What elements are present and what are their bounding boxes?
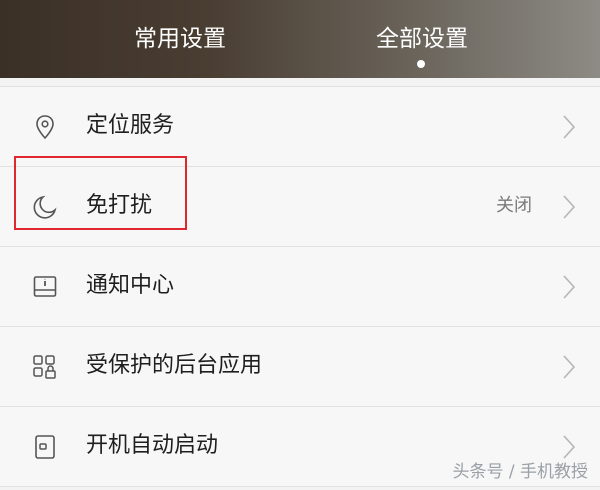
setting-row-location[interactable]: 定位服务 xyxy=(0,87,600,167)
setting-status: 关闭 xyxy=(496,195,532,216)
moon-icon xyxy=(33,195,57,219)
setting-row-protected-apps[interactable]: 受保护的后台应用 xyxy=(0,327,600,407)
setting-label: 通知中心 xyxy=(86,273,175,298)
chevron-right-icon xyxy=(563,115,576,139)
tab-common-settings[interactable]: 常用设置 xyxy=(130,24,230,54)
setting-row-do-not-disturb[interactable]: 免打扰 关闭 xyxy=(0,167,600,247)
setting-label: 免打扰 xyxy=(86,193,153,218)
apps-lock-icon xyxy=(33,355,56,379)
settings-header: 常用设置 全部设置 xyxy=(0,0,600,78)
setting-label: 开机自动启动 xyxy=(86,433,219,458)
power-switch-icon xyxy=(35,435,55,459)
active-tab-indicator xyxy=(417,60,425,68)
watermark-text: 头条号 / 手机教授 xyxy=(452,462,588,482)
chevron-right-icon xyxy=(563,355,576,379)
setting-label: 受保护的后台应用 xyxy=(86,353,263,378)
tab-all-settings[interactable]: 全部设置 xyxy=(372,24,472,54)
location-pin-icon xyxy=(36,115,54,140)
setting-label: 定位服务 xyxy=(86,113,175,138)
setting-row-notification-center[interactable]: 通知中心 xyxy=(0,247,600,327)
chevron-right-icon xyxy=(563,275,576,299)
chevron-right-icon xyxy=(563,195,576,219)
settings-list: 定位服务 免打扰 关闭 通知中心 受保护的后台应用 开机自动启动 xyxy=(0,86,600,487)
notification-tray-icon xyxy=(33,276,57,297)
